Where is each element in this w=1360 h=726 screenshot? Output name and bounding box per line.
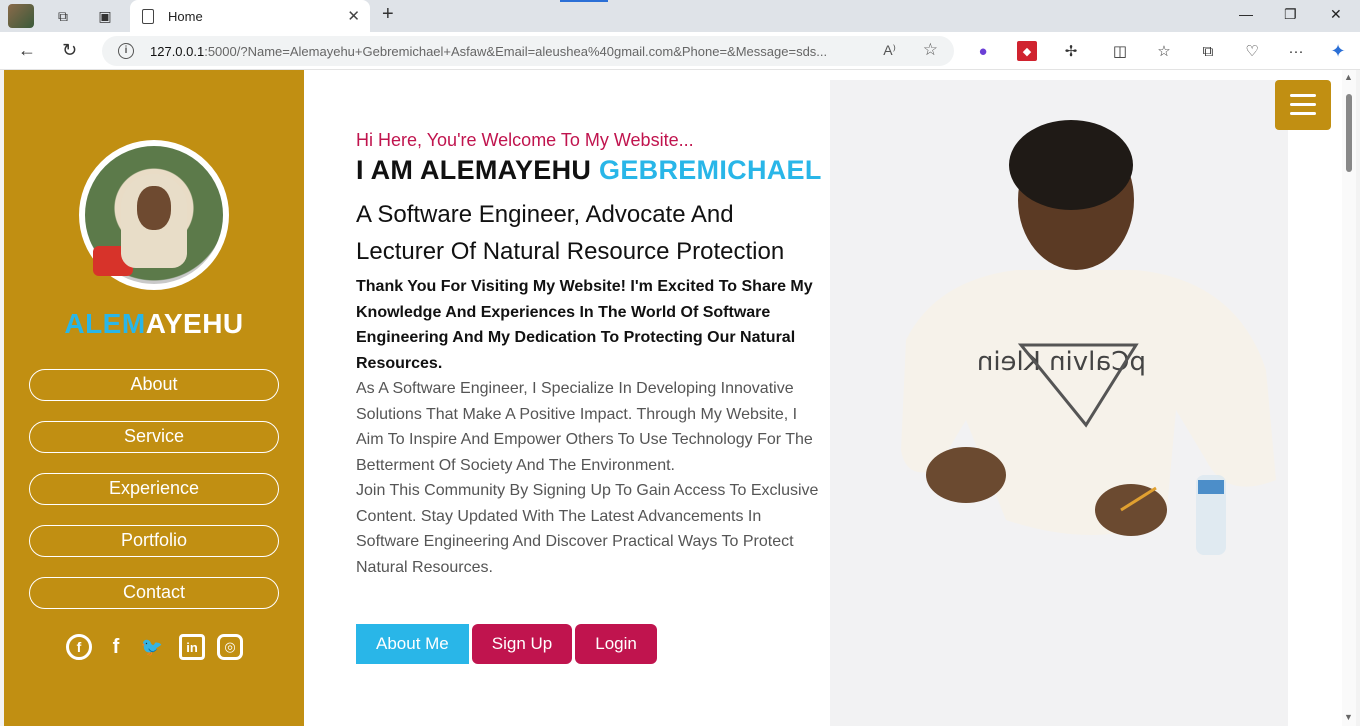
split-screen-icon[interactable]: ◫ — [1110, 41, 1130, 61]
new-tab-button[interactable]: + — [382, 3, 394, 26]
minimize-button[interactable]: — — [1239, 6, 1253, 22]
settings-more-icon[interactable]: ··· — [1286, 41, 1306, 61]
sidebar-name: ALEMAYEHU — [4, 308, 304, 340]
greeting: Hi Here, You're Welcome To My Website... — [356, 130, 694, 150]
instagram-icon[interactable]: ◎ — [217, 634, 243, 660]
favorites-icon[interactable]: ☆ — [1154, 41, 1174, 61]
subheadline: A Software Engineer, Advocate And Lectur… — [356, 201, 785, 265]
description-paragraph: As A Software Engineer, I Specialize In … — [356, 380, 813, 474]
profile-avatar[interactable] — [8, 4, 34, 28]
workspaces-icon[interactable]: ⧉ — [50, 4, 76, 28]
scroll-up-icon[interactable]: ▲ — [1344, 72, 1353, 82]
intro-paragraph: Thank You For Visiting My Website! I'm E… — [356, 278, 813, 372]
page-icon — [142, 8, 154, 24]
facebook-round-icon[interactable]: f — [66, 634, 92, 660]
extensions-puzzle-icon[interactable]: ✢ — [1061, 41, 1081, 61]
back-button[interactable]: ← — [18, 40, 36, 61]
page-title: I AM ALEMAYEHU GEBREMICHAEL — [356, 155, 822, 185]
about-me-button[interactable]: About Me — [356, 624, 469, 664]
hero-text: Hi Here, You're Welcome To My Website...… — [356, 130, 826, 580]
person-illustration: pCalvin Klein — [901, 120, 1276, 555]
hero-photo: pCalvin Klein — [830, 80, 1288, 726]
login-button[interactable]: Login — [575, 624, 657, 664]
signup-paragraph: Join This Community By Signing Up To Gai… — [356, 482, 819, 576]
info-icon[interactable]: i — [118, 43, 134, 59]
restore-button[interactable]: ❐ — [1284, 6, 1297, 23]
tab-indicator — [560, 0, 608, 2]
url-path: :5000/?Name=Alemayehu+Gebremichael+Asfaw… — [204, 43, 828, 59]
menu-bar — [1290, 94, 1316, 97]
title-highlight: GEBREMICHAEL — [599, 155, 822, 185]
copilot-icon[interactable]: ✦ — [1328, 41, 1348, 61]
nav-about-button[interactable]: About — [29, 369, 279, 401]
hero-buttons: About Me Sign Up Login — [356, 624, 657, 664]
read-aloud-icon[interactable]: A⁾ — [883, 42, 896, 59]
nav-contact-button[interactable]: Contact — [29, 577, 279, 609]
name-rest: AYEHU — [145, 308, 244, 339]
nav-experience-button[interactable]: Experience — [29, 473, 279, 505]
name-highlight: ALEM — [64, 308, 146, 339]
scroll-down-icon[interactable]: ▼ — [1344, 712, 1353, 722]
facebook-icon[interactable]: f — [103, 634, 129, 660]
nav-service-button[interactable]: Service — [29, 421, 279, 453]
favorite-star-icon[interactable]: ☆ — [923, 40, 938, 60]
extension-red-icon[interactable]: ◆ — [1017, 41, 1037, 61]
nav-portfolio-button[interactable]: Portfolio — [29, 525, 279, 557]
hamburger-menu-button[interactable] — [1275, 80, 1331, 130]
address-bar[interactable]: i 127.0.0.1 :5000/?Name=Alemayehu+Gebrem… — [102, 36, 954, 66]
collections-icon[interactable]: ⧉ — [1198, 41, 1218, 61]
scroll-thumb[interactable] — [1346, 94, 1352, 172]
linkedin-icon[interactable]: in — [179, 634, 205, 660]
tab-actions-icon[interactable]: ▣ — [92, 4, 118, 28]
page-scrollbar[interactable]: ▲ ▼ — [1342, 70, 1356, 726]
profile-photo — [79, 140, 229, 290]
menu-bar — [1290, 103, 1316, 106]
close-tab-icon[interactable]: ✕ — [347, 7, 360, 25]
close-window-button[interactable]: ✕ — [1330, 6, 1342, 23]
extension-purple-icon[interactable]: ● — [973, 41, 993, 61]
url-host: 127.0.0.1 — [150, 43, 205, 59]
sidebar: ALEMAYEHU About Service Experience Portf… — [4, 70, 304, 726]
web-page: ALEMAYEHU About Service Experience Portf… — [4, 70, 1356, 726]
sign-up-button[interactable]: Sign Up — [471, 624, 573, 664]
twitter-icon[interactable]: 🐦 — [139, 634, 165, 660]
tab-title: Home — [168, 8, 203, 24]
browser-tab-bar: ⧉ ▣ Home ✕ + — ❐ ✕ — [0, 0, 1360, 32]
browser-essentials-icon[interactable]: ♡ — [1242, 41, 1262, 61]
shirt-logo-text: pCalvin Klein — [977, 347, 1146, 377]
menu-bar — [1290, 112, 1316, 115]
browser-toolbar: ← ↻ i 127.0.0.1 :5000/?Name=Alemayehu+Ge… — [0, 32, 1360, 70]
browser-tab-home[interactable]: Home ✕ — [130, 0, 370, 32]
reload-button[interactable]: ↻ — [62, 40, 77, 61]
